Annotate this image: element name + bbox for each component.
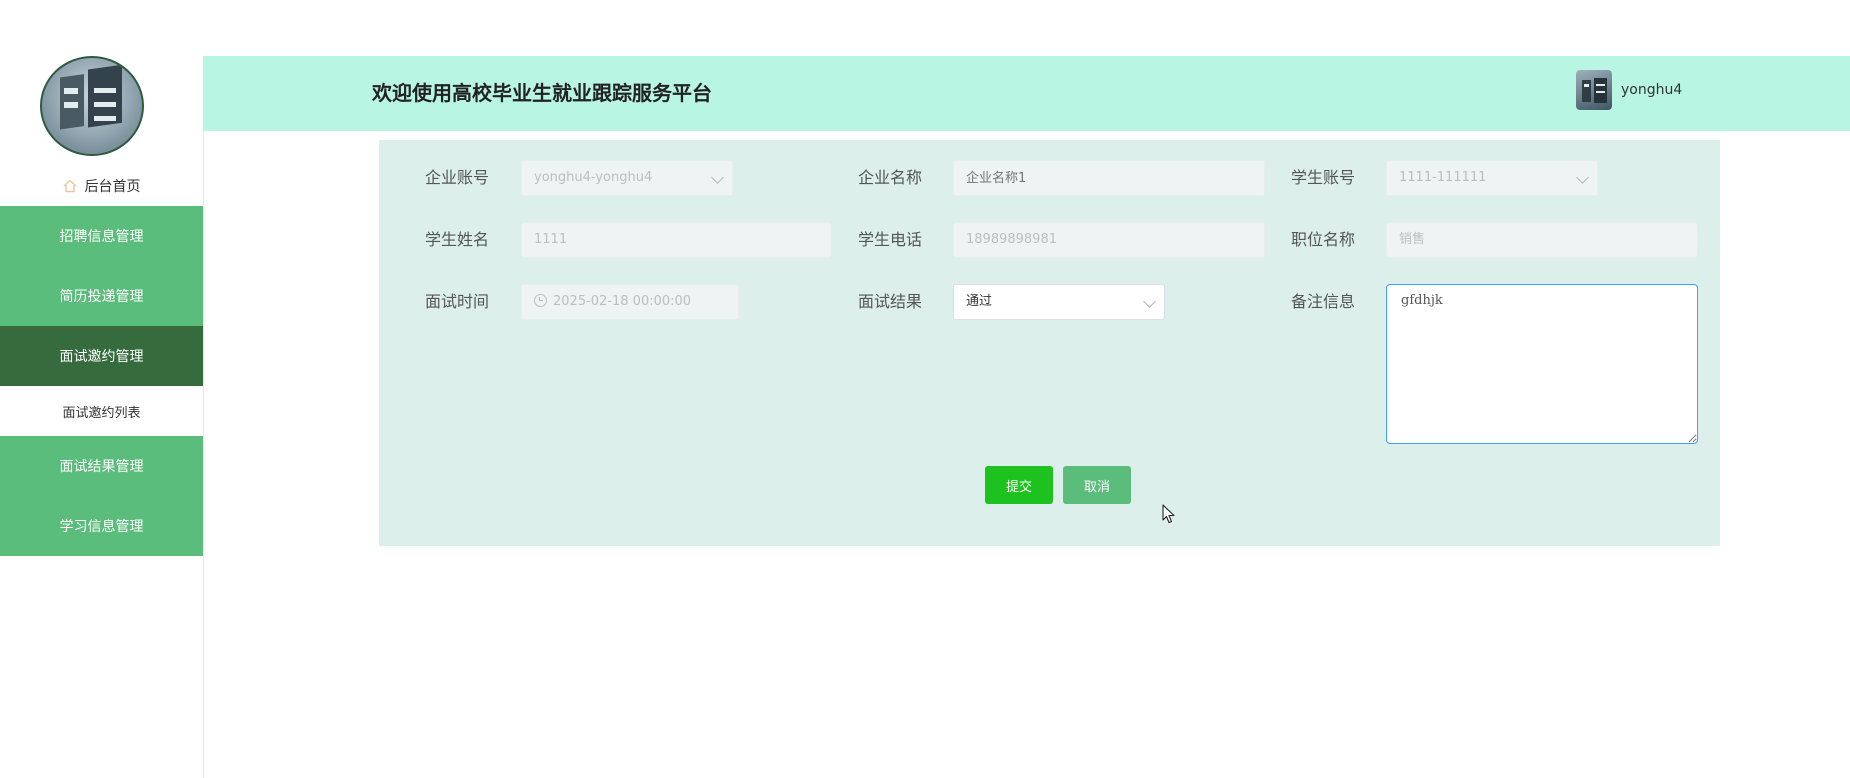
logo-image	[40, 56, 144, 156]
interview-time-value: 2025-02-18 00:00:00	[553, 294, 692, 309]
interview-form: 企业账号 yonghu4-yonghu4 企业名称 学生账号 1111-1111…	[379, 140, 1720, 546]
position-name-label: 职位名称	[1291, 230, 1356, 249]
menu-item-recruit-info[interactable]: 招聘信息管理	[0, 206, 203, 266]
interview-result-label: 面试结果	[858, 292, 923, 311]
position-name-field[interactable]: 销售	[1386, 222, 1698, 258]
home-icon	[63, 179, 76, 193]
menu-item-resume-delivery[interactable]: 简历投递管理	[0, 266, 203, 326]
home-link[interactable]: 后台首页	[0, 164, 203, 208]
chevron-down-icon	[1576, 171, 1589, 184]
interview-time-picker[interactable]: 2025-02-18 00:00:00	[521, 284, 739, 320]
submit-button[interactable]: 提交	[985, 466, 1053, 504]
header: 欢迎使用高校毕业生就业跟踪服务平台 yonghu4	[203, 56, 1850, 131]
chevron-down-icon	[1143, 295, 1156, 308]
cancel-button[interactable]: 取消	[1063, 466, 1131, 504]
avatar	[1576, 70, 1612, 110]
menu-item-interview-invite[interactable]: 面试邀约管理	[0, 326, 203, 386]
remark-label: 备注信息	[1291, 292, 1356, 311]
recruit-logo-icon	[60, 64, 122, 130]
company-name-input[interactable]	[953, 160, 1265, 196]
username: yonghu4	[1621, 82, 1683, 98]
menu-item-interview-result[interactable]: 面试结果管理	[0, 436, 203, 496]
student-phone-field[interactable]: 18989898981	[953, 222, 1265, 258]
student-phone-label: 学生电话	[858, 230, 923, 249]
company-account-label: 企业账号	[425, 168, 490, 187]
remark-textarea[interactable]: gfdhjk	[1386, 284, 1698, 444]
student-account-label: 学生账号	[1291, 168, 1356, 187]
company-account-select[interactable]: yonghu4-yonghu4	[521, 160, 733, 196]
mouse-cursor-icon	[1162, 504, 1175, 524]
sidebar: 后台首页 招聘信息管理 简历投递管理 面试邀约管理 面试邀约列表 面试结果管理 …	[0, 56, 204, 778]
chevron-down-icon	[711, 171, 724, 184]
student-account-select[interactable]: 1111-111111	[1386, 160, 1598, 196]
interview-result-value: 通过	[966, 294, 993, 309]
submenu-item-interview-invite-list[interactable]: 面试邀约列表	[0, 386, 203, 436]
home-link-label: 后台首页	[84, 179, 141, 195]
student-name-field[interactable]: 1111	[521, 222, 832, 258]
student-account-value: 1111-111111	[1399, 170, 1487, 185]
company-name-label: 企业名称	[858, 168, 923, 187]
company-account-value: yonghu4-yonghu4	[534, 170, 653, 185]
student-phone-value: 18989898981	[966, 232, 1057, 247]
sidebar-menu: 招聘信息管理 简历投递管理 面试邀约管理 面试邀约列表 面试结果管理 学习信息管…	[0, 206, 203, 556]
position-name-value: 销售	[1399, 232, 1426, 247]
interview-result-select[interactable]: 通过	[953, 284, 1165, 320]
student-name-label: 学生姓名	[425, 230, 490, 249]
user-menu[interactable]: yonghu4	[1576, 69, 1682, 111]
user-avatar-icon	[1582, 78, 1607, 103]
interview-time-label: 面试时间	[425, 292, 490, 311]
page-title: 欢迎使用高校毕业生就业跟踪服务平台	[372, 81, 712, 105]
menu-item-study-info[interactable]: 学习信息管理	[0, 496, 203, 556]
clock-icon	[534, 294, 547, 307]
student-name-value: 1111	[534, 232, 568, 247]
